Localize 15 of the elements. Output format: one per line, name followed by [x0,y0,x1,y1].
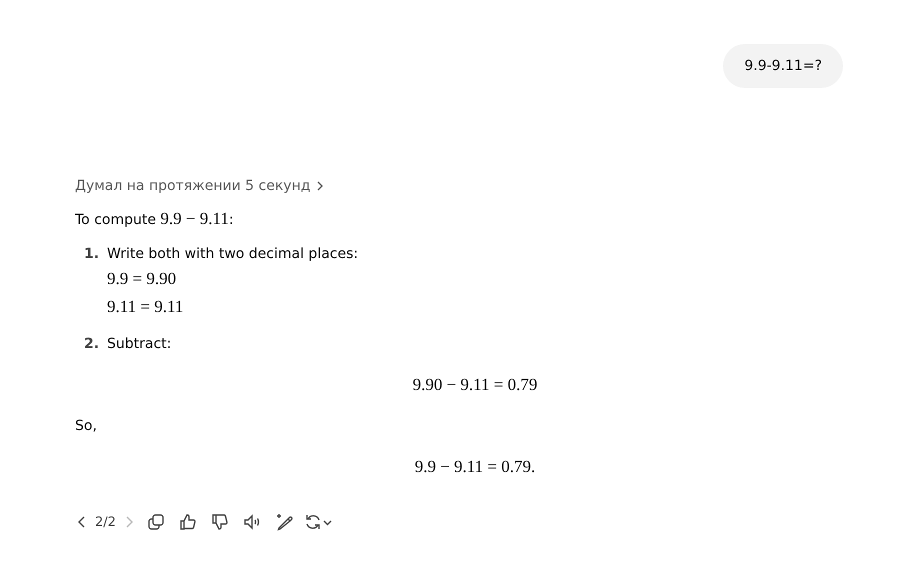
step-number: 2. [84,335,100,354]
chevron-right-icon [316,180,324,192]
step-text: Write both with two decimal places: [107,245,358,264]
step-number: 1. [84,245,100,264]
math-equation: 9.9 − 9.11 = 0.79. [414,456,536,478]
math-equation: 9.9 = 9.90 [107,268,178,290]
math-equation: 9.11 = 9.11 [107,296,184,318]
page-indicator: 2/2 [95,514,116,530]
step-text: Subtract: [107,335,172,354]
math-equation: 9.90 − 9.11 = 0.79 [412,374,538,396]
response-paragraph: To compute 9.9 − 9.11: [75,208,235,230]
chevron-left-icon[interactable] [77,515,87,529]
response-paragraph: So, [75,417,98,436]
thought-toggle[interactable]: Думал на протяжении 5 секунд [75,176,324,196]
user-message: 9.9-9.11=? [723,44,843,88]
